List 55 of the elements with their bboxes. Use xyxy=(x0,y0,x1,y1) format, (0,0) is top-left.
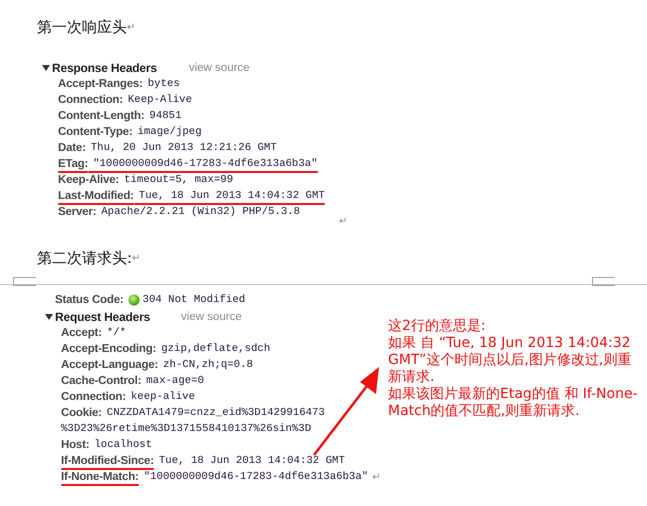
header-name: Cookie: xyxy=(61,407,102,419)
paragraph-mark: ↵ xyxy=(372,472,381,482)
header-name: If-None-Match: xyxy=(61,471,139,483)
header-name: If-Modified-Since: xyxy=(61,455,154,467)
section-heading: 第一次响应头 xyxy=(37,18,127,36)
header-value: 94851 xyxy=(149,110,182,122)
status-dot-icon xyxy=(128,294,140,306)
header-name: Content-Type: xyxy=(58,126,132,138)
status-value: 304 Not Modified xyxy=(142,294,246,306)
paragraph-mark: ↵ xyxy=(127,22,136,32)
paragraph-mark: ↵ xyxy=(339,220,348,224)
header-value: localhost xyxy=(94,439,152,451)
header-value: zh-CN,zh;q=0.8 xyxy=(163,359,253,371)
header-value: max-age=0 xyxy=(146,375,204,387)
header-value: */* xyxy=(106,327,126,339)
header-value: "1000000009d46-17283-4df6e313a6b3a" xyxy=(144,471,368,483)
header-name: Cache-Control: xyxy=(61,375,142,387)
header-value: gzip,deflate,sdch xyxy=(161,343,270,355)
annotation-text: 如果 自 “Tue, 18 Jun 2013 14:04:32 GMT”这个时间点以后,图片修改过,则重新请求. xyxy=(388,335,632,386)
header-value: image/jpeg xyxy=(137,126,202,138)
collapse-triangle-icon xyxy=(45,313,53,321)
header-value: Thu, 20 Jun 2013 12:21:26 GMT xyxy=(90,142,277,154)
status-label: Status Code: xyxy=(55,294,124,306)
header-value: "1000000009d46-17283-4df6e313a6b3a" xyxy=(93,158,318,170)
text-boundary-icon xyxy=(13,277,36,286)
header-name: Connection: xyxy=(61,391,126,403)
header-name: Content-Length: xyxy=(58,110,144,122)
header-name: Last-Modified: xyxy=(58,190,134,202)
header-value: timeout=5, max=99 xyxy=(124,174,234,186)
header-name: Connection: xyxy=(58,94,123,106)
header-value: CNZZDATA1479=cnzz_eid%3D1429916473 xyxy=(106,407,325,419)
annotation-text: 这2行的意思是: xyxy=(388,318,487,335)
header-name: Date: xyxy=(58,142,86,154)
paragraph-mark: ↵ xyxy=(132,252,140,264)
section-toggle[interactable]: Response Headers xyxy=(42,61,157,75)
header-value: Apache/2.2.21 (Win32) PHP/5.3.8 xyxy=(101,206,300,218)
header-value: bytes xyxy=(148,78,180,90)
header-name: ETag: xyxy=(58,158,88,170)
annotation-text: 如果该图片最新的Etag的值 和 If-None-Match的值不匹配,则重新请求. xyxy=(388,386,638,420)
section-toggle[interactable]: Request Headers xyxy=(45,310,150,324)
header-name: Accept: xyxy=(61,327,102,339)
header-value: keep-alive xyxy=(130,391,196,403)
header-value: Tue, 18 Jun 2013 14:04:32 GMT xyxy=(138,190,325,202)
section-heading: 第二次请求头: xyxy=(37,248,132,268)
header-name: Accept-Ranges: xyxy=(58,78,143,90)
header-name: Keep-Alive: xyxy=(58,174,120,186)
text-boundary-icon xyxy=(592,277,615,286)
header-name: Accept-Encoding: xyxy=(61,343,156,355)
header-name: Server: xyxy=(58,206,96,218)
header-name: Host: xyxy=(61,439,90,451)
header-value: Tue, 18 Jun 2013 14:04:32 GMT xyxy=(158,455,345,467)
header-value: Keep-Alive xyxy=(128,94,192,106)
collapse-triangle-icon xyxy=(42,64,50,72)
header-name: Accept-Language: xyxy=(61,359,158,371)
header-value: %3D23%26retime%3D1371558410137%26sin%3D xyxy=(61,422,312,437)
